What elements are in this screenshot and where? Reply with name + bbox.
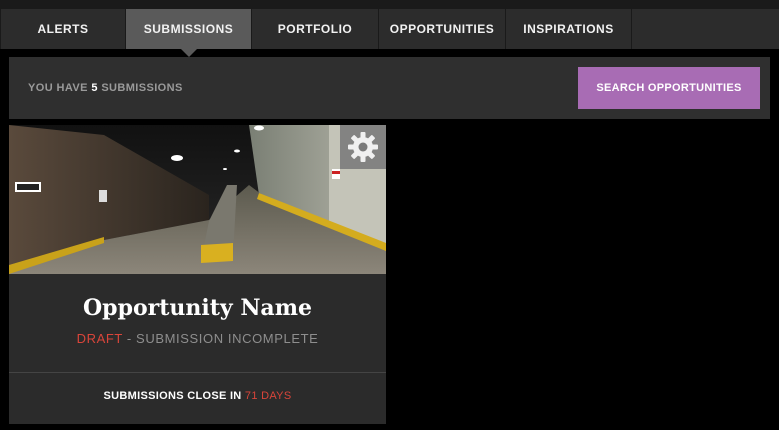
gear-icon[interactable]: [340, 125, 386, 169]
card-divider: [9, 372, 386, 373]
search-opportunities-button[interactable]: SEARCH OPPORTUNITIES: [578, 67, 760, 109]
tab-alerts[interactable]: ALERTS: [0, 9, 126, 49]
opportunity-title[interactable]: Opportunity Name: [9, 295, 386, 321]
tab-opportunities[interactable]: OPPORTUNITIES: [379, 9, 506, 49]
draft-label: DRAFT: [76, 331, 123, 346]
submission-card[interactable]: Opportunity Name DRAFT - SUBMISSION INCO…: [9, 125, 386, 424]
status-detail: - SUBMISSION INCOMPLETE: [122, 331, 319, 346]
tab-portfolio[interactable]: PORTFOLIO: [252, 9, 379, 49]
opportunity-image: [9, 125, 386, 274]
submissions-header: YOU HAVE 5 SUBMISSIONS SEARCH OPPORTUNIT…: [9, 57, 770, 119]
main-tabs: ALERTS SUBMISSIONS PORTFOLIO OPPORTUNITI…: [0, 9, 779, 57]
top-strip: [0, 0, 779, 9]
close-deadline: SUBMISSIONS CLOSE IN 71 DAYS: [9, 390, 386, 402]
count-prefix: YOU HAVE: [28, 82, 88, 94]
submission-status: DRAFT - SUBMISSION INCOMPLETE: [9, 331, 386, 346]
tab-submissions[interactable]: SUBMISSIONS: [126, 9, 252, 57]
tab-inspirations[interactable]: INSPIRATIONS: [506, 9, 632, 49]
close-prefix: SUBMISSIONS CLOSE IN: [103, 390, 242, 402]
submission-count: YOU HAVE 5 SUBMISSIONS: [28, 82, 183, 94]
close-days: 71 DAYS: [244, 390, 292, 402]
count-suffix: SUBMISSIONS: [101, 82, 183, 94]
parking-garage-photo: [9, 125, 386, 274]
count-number: 5: [91, 82, 98, 94]
